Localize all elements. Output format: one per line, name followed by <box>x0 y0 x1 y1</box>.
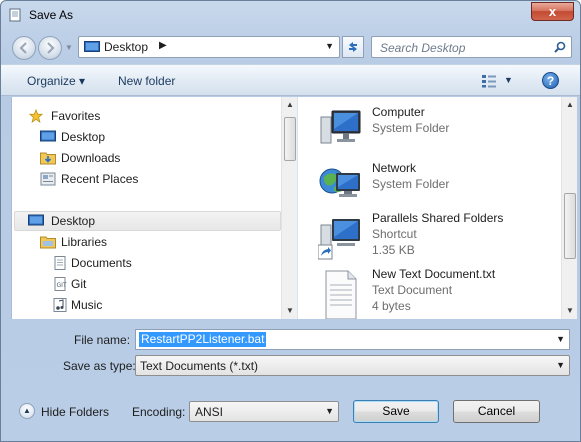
save-button[interactable]: Save <box>353 400 439 423</box>
file-name-value[interactable]: RestartPP2Listener.bat <box>139 332 267 347</box>
save-type-select[interactable]: Text Documents (*.txt) ▼ <box>135 355 570 376</box>
file-item[interactable]: Network System Folder <box>316 161 566 217</box>
refresh-button[interactable] <box>342 36 364 58</box>
chevron-up-icon[interactable]: ▲ <box>19 403 35 419</box>
text-document-icon <box>325 270 357 319</box>
desktop-icon <box>40 130 56 142</box>
file-detail: Shortcut <box>372 227 417 241</box>
nav-item-label: Libraries <box>61 235 108 249</box>
file-size: 1.35 KB <box>372 243 415 257</box>
music-icon <box>53 298 67 312</box>
file-list-pane: Computer System Folder Network System Fo… <box>297 97 577 319</box>
network-icon <box>319 168 360 197</box>
file-list-scrollbar[interactable]: ▲ ▼ <box>561 97 577 319</box>
computer-icon <box>320 110 361 144</box>
save-type-value: Text Documents (*.txt) <box>140 359 259 373</box>
chevron-down-icon[interactable]: ▼ <box>556 360 565 370</box>
recent-places-icon <box>40 172 56 186</box>
file-detail: System Folder <box>372 121 450 135</box>
encoding-value: ANSI <box>195 405 224 419</box>
cancel-button-label[interactable]: Cancel <box>478 404 515 418</box>
organize-menu[interactable]: Organize ▾ <box>27 74 85 88</box>
chevron-right-icon[interactable]: ▶ <box>159 40 167 51</box>
file-detail: System Folder <box>372 177 450 191</box>
file-item[interactable]: New Text Document.txt Text Document 4 by… <box>316 267 566 319</box>
save-form: File name: RestartPP2Listener.bat ▼ Save… <box>1 319 580 441</box>
scroll-thumb[interactable] <box>284 117 296 161</box>
nav-item-label: Documents <box>71 256 132 270</box>
back-button[interactable] <box>12 36 36 60</box>
nav-item-label: Git <box>71 277 87 291</box>
file-size: 4 bytes <box>372 299 411 313</box>
recent-pages-dropdown[interactable]: ▼ <box>65 43 73 52</box>
libraries-icon <box>40 236 56 249</box>
save-as-dialog: Save As x ▼ Desktop ▶ ▼ Search Desktop O… <box>0 0 581 442</box>
views-icon[interactable] <box>481 74 497 88</box>
cancel-button[interactable]: Cancel <box>453 400 540 423</box>
scroll-thumb[interactable] <box>564 193 576 259</box>
title-bar: Save As x <box>1 1 580 29</box>
search-icon[interactable] <box>554 41 566 53</box>
nav-item-label: Downloads <box>61 151 121 165</box>
file-detail: Text Document <box>372 283 453 297</box>
navigation-scrollbar[interactable]: ▲ ▼ <box>281 97 297 319</box>
refresh-icon <box>349 42 357 52</box>
downloads-folder-icon <box>40 152 56 165</box>
file-item[interactable]: Parallels Shared Folders Shortcut 1.35 K… <box>316 211 566 273</box>
desktop-icon <box>84 41 100 52</box>
help-icon[interactable]: ? <box>542 72 559 89</box>
document-icon <box>9 8 21 22</box>
address-location[interactable]: Desktop <box>104 40 148 54</box>
file-name: New Text Document.txt <box>372 267 496 281</box>
nav-item-label: Desktop <box>51 214 96 228</box>
new-folder-button[interactable]: New folder <box>118 74 175 88</box>
file-item[interactable]: Computer System Folder <box>316 105 566 161</box>
documents-icon <box>54 256 66 270</box>
file-name-input[interactable]: RestartPP2Listener.bat ▼ <box>135 329 570 350</box>
shortcut-folder-icon <box>318 219 360 260</box>
svg-text:GIT: GIT <box>57 282 67 289</box>
file-name: Network <box>372 161 417 175</box>
scroll-down-icon[interactable]: ▼ <box>562 303 577 319</box>
save-type-label: Save as type: <box>63 359 136 373</box>
hide-folders-label[interactable]: Hide Folders <box>41 405 109 419</box>
scroll-down-icon[interactable]: ▼ <box>282 303 297 319</box>
search-input[interactable]: Search Desktop <box>380 41 465 55</box>
navigation-pane: Favorites Desktop Downloads Recent Place… <box>11 97 297 319</box>
arrow-left-icon <box>19 42 27 54</box>
scroll-up-icon[interactable]: ▲ <box>282 97 297 113</box>
save-button-label[interactable]: Save <box>382 404 409 418</box>
forward-button[interactable] <box>38 36 62 60</box>
views-dropdown[interactable]: ▼ <box>504 75 513 85</box>
nav-item-label: Recent Places <box>61 172 139 186</box>
address-bar[interactable]: Desktop ▶ ▼ <box>78 36 340 58</box>
desktop-icon <box>28 214 44 226</box>
nav-item-label: Desktop <box>61 130 106 144</box>
encoding-select[interactable]: ANSI ▼ <box>189 401 339 422</box>
search-box[interactable]: Search Desktop <box>371 36 572 58</box>
chevron-down-icon[interactable]: ▼ <box>556 334 565 344</box>
nav-item-label: Music <box>71 298 103 312</box>
command-toolbar: Organize ▾ New folder ▼ ? <box>1 64 580 96</box>
encoding-label: Encoding: <box>132 405 186 419</box>
arrow-right-icon <box>47 42 55 54</box>
chevron-down-icon[interactable]: ▼ <box>325 41 334 51</box>
file-name: Computer <box>372 105 425 119</box>
file-name: Parallels Shared Folders <box>372 211 504 225</box>
window-title: Save As <box>29 8 74 22</box>
file-name-label: File name: <box>74 333 131 347</box>
chevron-down-icon[interactable]: ▼ <box>325 406 334 416</box>
star-icon <box>28 109 44 123</box>
nav-item-label: Favorites <box>51 109 101 123</box>
close-button[interactable]: x <box>531 2 574 21</box>
git-icon: GIT <box>54 277 67 291</box>
scroll-up-icon[interactable]: ▲ <box>562 97 577 113</box>
